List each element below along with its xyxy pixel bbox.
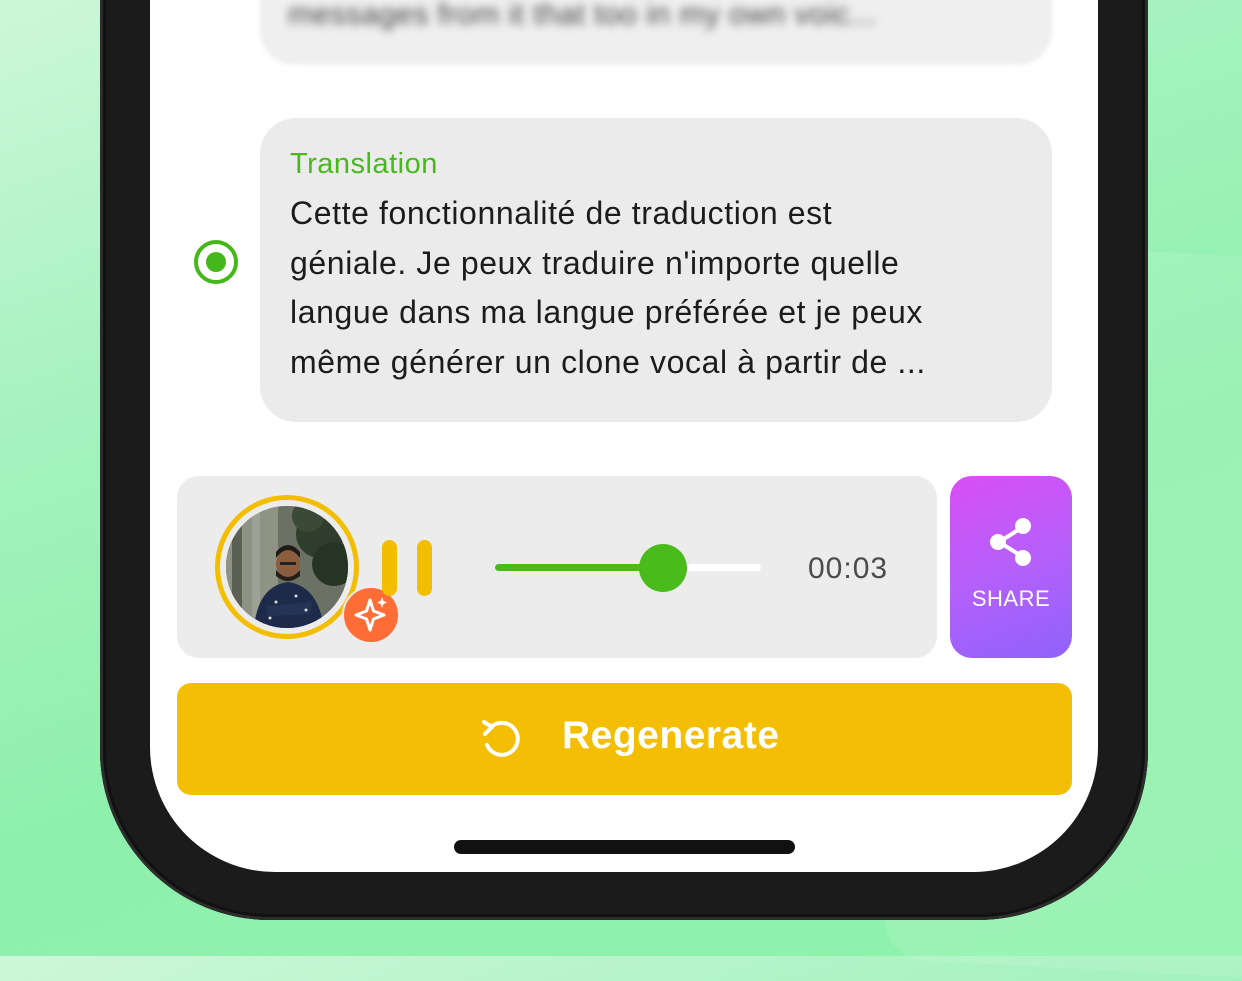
home-indicator[interactable] bbox=[454, 840, 795, 854]
regenerate-label: Regenerate bbox=[562, 714, 780, 757]
progress-fill bbox=[495, 564, 663, 571]
radio-selected-dot bbox=[206, 252, 226, 272]
share-button[interactable]: SHARE bbox=[950, 476, 1072, 658]
translation-label: Translation bbox=[290, 148, 438, 180]
avatar bbox=[226, 506, 348, 628]
translation-bubble: Translation Cette fonctionnalité de trad… bbox=[260, 118, 1052, 422]
previous-message-bubble: messages from it that too in my own voic… bbox=[260, 0, 1052, 65]
pause-icon-bar bbox=[417, 540, 432, 596]
avatar-photo bbox=[226, 506, 348, 628]
translation-line: géniale. Je peux traduire n'importe quel… bbox=[290, 244, 900, 281]
playback-time: 00:03 bbox=[808, 552, 889, 585]
translation-select-radio[interactable] bbox=[194, 240, 238, 284]
translation-line: langue dans ma langue préférée et je peu… bbox=[290, 294, 924, 330]
previous-message-text: messages from it that too in my own voic… bbox=[288, 0, 877, 31]
avatar-ring bbox=[215, 495, 400, 644]
share-icon bbox=[990, 518, 1031, 566]
progress-thumb[interactable] bbox=[638, 544, 687, 592]
translation-line: Cette fonctionnalité de traduction est bbox=[290, 195, 833, 231]
translation-text: Cette fonctionnalité de traduction est g… bbox=[290, 189, 1022, 387]
audio-player: 00:03 bbox=[177, 476, 937, 658]
share-label: SHARE bbox=[971, 586, 1051, 611]
refresh-icon bbox=[482, 720, 520, 757]
sparkle-icon bbox=[354, 597, 387, 632]
translation-line: même générer un clone vocal à partir de … bbox=[290, 343, 926, 380]
regenerate-button[interactable]: Regenerate bbox=[177, 683, 1072, 795]
progress-slider[interactable] bbox=[495, 544, 761, 592]
pause-icon bbox=[382, 540, 397, 596]
app-screen: messages from it that too in my own voic… bbox=[150, 0, 1098, 872]
